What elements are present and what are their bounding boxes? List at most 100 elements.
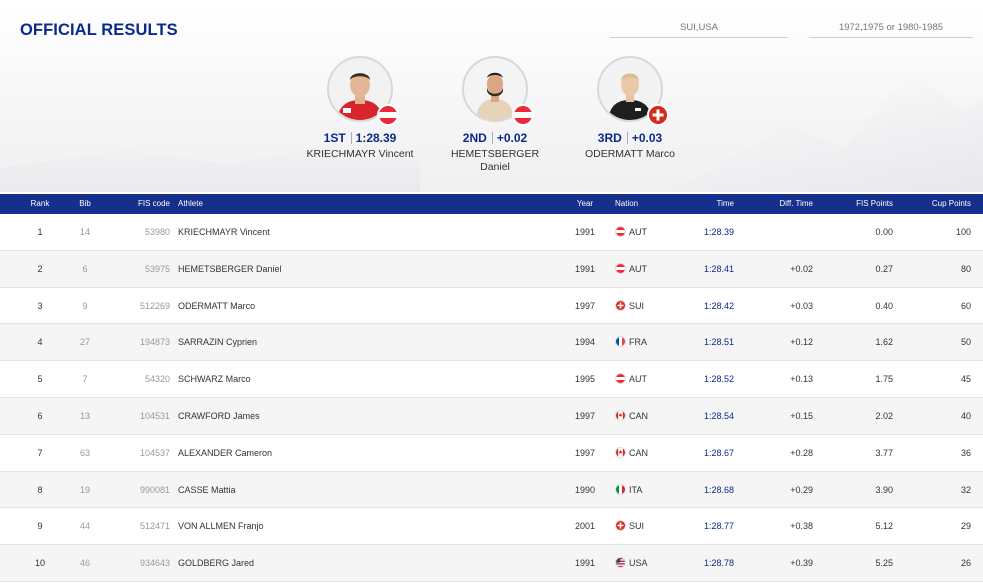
cell-cup-points: 29 (960, 521, 971, 532)
nation-code: AUT (629, 227, 647, 237)
cell-fis-code: 53975 (144, 263, 170, 274)
cell-bib: 9 (82, 300, 88, 311)
col-fis-code[interactable]: FIS code (120, 194, 170, 214)
cell-bib: 13 (79, 410, 90, 421)
col-bib[interactable]: Bib (70, 194, 100, 214)
table-row[interactable]: 8 19 990081 CASSE Mattia 1990 ITA 1:28.6… (0, 471, 983, 509)
podium-third[interactable]: 3RD +0.03 ODERMATT Marco (570, 52, 690, 161)
cell-diff-time: +0.29 (790, 484, 813, 495)
cell-bib: 46 (79, 558, 90, 569)
cell-fis-code: 990081 (139, 484, 170, 495)
cell-diff-time: +0.15 (790, 410, 813, 421)
table-row[interactable]: 3 9 512269 ODERMATT Marco 1997 SUI 1:28.… (0, 288, 983, 325)
table-row[interactable]: 9 44 512471 VON ALLMEN Franjo 2001 SUI 1… (0, 508, 983, 546)
table-row[interactable]: 6 13 104531 CRAWFORD James 1997 CAN 1:28… (0, 397, 983, 435)
cell-fis-code: 512269 (139, 300, 170, 311)
cell-time: 1:28.54 (703, 410, 734, 421)
page-title: OFFICIAL RESULTS (20, 21, 178, 39)
nation-code: SUI (629, 521, 645, 532)
cell-rank: 2 (37, 263, 43, 274)
podium-athlete-name[interactable]: KRIECHMAYR Vincent (300, 148, 420, 161)
cell-diff-time: +0.02 (790, 263, 813, 274)
year-filter-input[interactable]: 1972,1975 or 1980-1985 (809, 18, 973, 38)
cell-diff-time: +0.03 (790, 300, 813, 311)
cell-athlete[interactable]: CRAWFORD James (178, 398, 558, 434)
cell-time: 1:28.42 (703, 300, 734, 311)
cell-year: 1990 (574, 484, 596, 495)
cell-bib: 19 (79, 484, 90, 495)
nation-code: USA (629, 558, 648, 569)
cell-athlete[interactable]: GOLDBERG Jared (178, 545, 558, 581)
cell-fis-code: 512471 (139, 521, 170, 532)
cell-cup-points: 36 (960, 447, 971, 458)
podium-place: 1ST (323, 131, 346, 145)
cell-athlete[interactable]: KRIECHMAYR Vincent (178, 214, 558, 250)
podium-first[interactable]: 1ST 1:28.39 KRIECHMAYR Vincent (300, 52, 420, 161)
cell-bib: 7 (82, 374, 88, 385)
cell-rank: 4 (37, 337, 43, 348)
col-cup-points[interactable]: Cup Points (910, 194, 971, 214)
results-table-header: Rank Bib FIS code Athlete Year Nation Ti… (0, 194, 983, 214)
cell-rank: 3 (37, 300, 43, 311)
cell-year: 1995 (574, 374, 596, 385)
cell-fis-points: 5.25 (875, 558, 893, 569)
table-row[interactable]: 7 63 104537 ALEXANDER Cameron 1997 CAN 1… (0, 435, 983, 472)
podium-athlete-name[interactable]: ODERMATT Marco (570, 148, 690, 161)
austria-flag-icon (377, 104, 399, 126)
cell-athlete[interactable]: CASSE Mattia (178, 472, 558, 508)
france-flag-icon (615, 336, 626, 348)
cell-athlete[interactable]: HEMETSBERGER Daniel (178, 251, 558, 287)
podium-time: 1:28.39 (355, 131, 397, 145)
cell-cup-points: 50 (960, 337, 971, 348)
cell-year: 1997 (574, 447, 596, 458)
switzerland-flag-icon (615, 520, 626, 532)
col-rank[interactable]: Rank (20, 194, 60, 214)
cell-cup-points: 80 (960, 263, 971, 274)
mountain-decoration (673, 72, 983, 192)
table-row[interactable]: 4 27 194873 SARRAZIN Cyprien 1994 FRA 1:… (0, 324, 983, 362)
cell-fis-code: 934643 (139, 558, 170, 569)
col-time[interactable]: Time (680, 194, 734, 214)
nation-filter-input[interactable]: SUI,USA (610, 18, 788, 38)
austria-flag-icon (512, 104, 534, 126)
cell-fis-points: 0.27 (875, 263, 893, 274)
cell-athlete[interactable]: SCHWARZ Marco (178, 361, 558, 397)
cell-cup-points: 40 (960, 410, 971, 421)
cell-cup-points: 26 (960, 558, 971, 569)
italy-flag-icon (615, 483, 626, 495)
podium-athlete-name[interactable]: HEMETSBERGER Daniel (435, 148, 555, 174)
cell-fis-points: 2.02 (875, 410, 893, 421)
cell-time: 1:28.78 (703, 558, 734, 569)
col-year[interactable]: Year (570, 194, 600, 214)
cell-fis-points: 3.90 (875, 484, 893, 495)
table-row[interactable]: 1 14 53980 KRIECHMAYR Vincent 1991 AUT 1… (0, 214, 983, 251)
cell-bib: 44 (79, 521, 90, 532)
table-row[interactable]: 5 7 54320 SCHWARZ Marco 1995 AUT 1:28.52… (0, 361, 983, 398)
col-diff-time[interactable]: Diff. Time (760, 194, 813, 214)
cell-time: 1:28.67 (703, 447, 734, 458)
podium-second[interactable]: 2ND +0.02 HEMETSBERGER Daniel (435, 52, 555, 174)
cell-rank: 1 (37, 227, 43, 237)
cell-fis-code: 53980 (144, 227, 170, 237)
col-fis-points[interactable]: FIS Points (833, 194, 893, 214)
canada-flag-icon (615, 409, 626, 421)
podium-place-line: 1ST 1:28.39 (300, 131, 420, 145)
table-row[interactable]: 2 6 53975 HEMETSBERGER Daniel 1991 AUT 1… (0, 250, 983, 288)
cell-time: 1:28.51 (703, 337, 734, 348)
cell-athlete[interactable]: VON ALLMEN Franjo (178, 508, 558, 544)
podium-place: 3RD (597, 131, 622, 145)
switzerland-flag-icon (647, 104, 669, 126)
cell-time: 1:28.39 (703, 227, 734, 237)
cell-diff-time: +0.39 (790, 558, 813, 569)
col-athlete[interactable]: Athlete (178, 194, 558, 214)
table-row[interactable]: 10 46 934643 GOLDBERG Jared 1991 USA 1:2… (0, 545, 983, 582)
cell-athlete[interactable]: ODERMATT Marco (178, 288, 558, 324)
cell-athlete[interactable]: SARRAZIN Cyprien (178, 324, 558, 360)
cell-athlete[interactable]: ALEXANDER Cameron (178, 435, 558, 471)
cell-diff-time: +0.12 (790, 337, 813, 348)
nation-code: CAN (629, 447, 649, 458)
cell-diff-time: +0.38 (790, 521, 813, 532)
cell-bib: 27 (79, 337, 90, 348)
cell-rank: 7 (37, 447, 43, 458)
cell-time: 1:28.41 (703, 263, 734, 274)
